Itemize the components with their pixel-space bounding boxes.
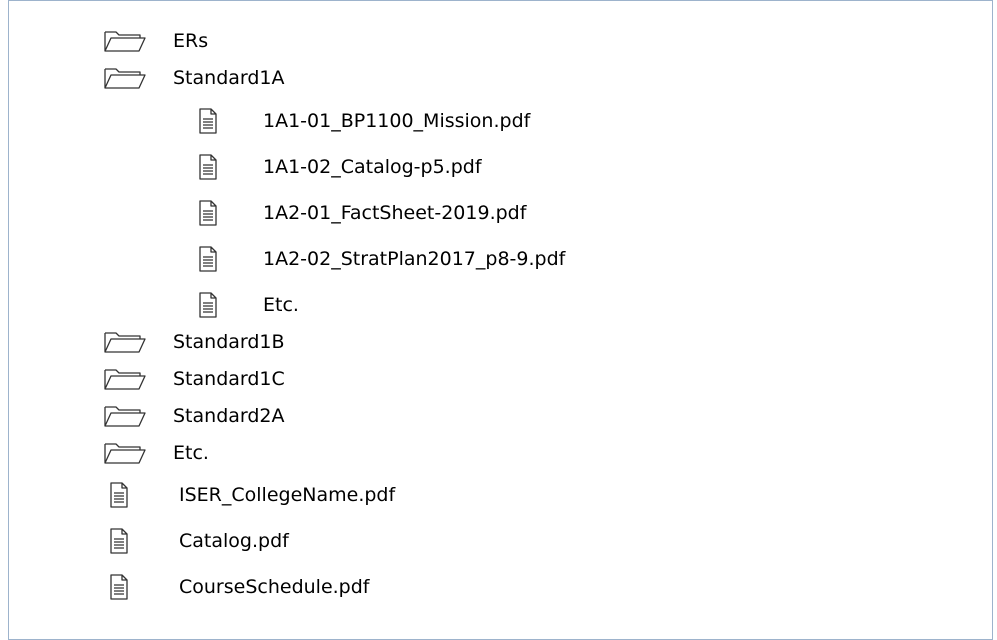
folder-icon [104,68,146,89]
folder-icon [104,443,146,464]
document-icon [199,292,217,318]
file-tree-panel: ERs Standard1A 1A1-01_BP1100_Mission.pdf… [8,0,993,640]
document-icon [110,528,128,554]
tree-item-file[interactable]: 1A1-01_BP1100_Mission.pdf [198,101,530,141]
tree-item-file[interactable]: Catalog.pdf [109,521,289,561]
tree-item-label: 1A2-01_FactSheet-2019.pdf [263,202,527,224]
tree-item-label: 1A1-01_BP1100_Mission.pdf [263,110,531,132]
tree-item-label: 1A2-02_StratPlan2017_p8-9.pdf [263,248,566,270]
tree-item-label: Etc. [263,294,299,316]
tree-item-label: Catalog.pdf [179,530,289,552]
tree-item-label: Standard1C [173,368,285,390]
document-icon [110,482,128,508]
tree-item-label: Standard1B [173,331,285,353]
document-icon [199,246,217,272]
document-icon [110,574,128,600]
tree-item-file[interactable]: 1A2-02_StratPlan2017_p8-9.pdf [198,239,565,279]
tree-item-label: ERs [173,30,209,52]
document-icon [199,154,217,180]
tree-item-label: ISER_CollegeName.pdf [179,484,396,506]
tree-item-label: Standard2A [173,405,285,427]
folder-icon [104,406,146,427]
tree-item-label: CourseSchedule.pdf [179,576,370,598]
tree-item-file[interactable]: ISER_CollegeName.pdf [109,475,395,515]
tree-item-label: Etc. [173,442,209,464]
tree-item-folder[interactable]: Standard1B [103,322,285,362]
tree-item-label: 1A1-02_Catalog-p5.pdf [263,156,482,178]
tree-item-file[interactable]: Etc. [198,285,299,325]
folder-icon [104,369,146,390]
tree-item-folder[interactable]: Standard1C [103,359,285,399]
document-icon [199,200,217,226]
tree-item-folder[interactable]: Standard1A [103,58,285,98]
tree-item-file[interactable]: 1A1-02_Catalog-p5.pdf [198,147,482,187]
tree-item-folder[interactable]: ERs [103,21,208,61]
tree-item-folder[interactable]: Standard2A [103,396,285,436]
document-icon [199,108,217,134]
folder-icon [104,332,146,353]
tree-item-file[interactable]: CourseSchedule.pdf [109,567,370,607]
tree-item-label: Standard1A [173,67,285,89]
tree-item-file[interactable]: 1A2-01_FactSheet-2019.pdf [198,193,526,233]
folder-icon [104,31,146,52]
tree-item-folder[interactable]: Etc. [103,433,209,473]
